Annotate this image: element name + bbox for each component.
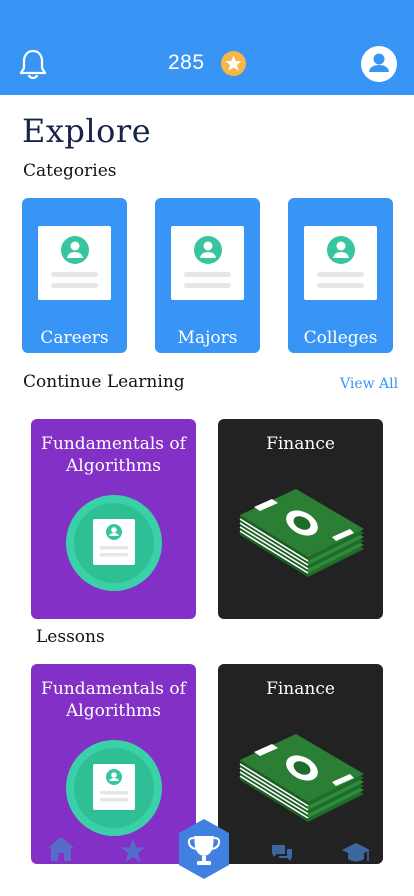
continue-learning-heading: Continue Learning	[23, 372, 185, 392]
course-title: Fundamentals of Algorithms	[41, 434, 186, 476]
bell-icon[interactable]	[18, 48, 48, 80]
points-count: 285	[168, 51, 205, 74]
view-all-link[interactable]: View All	[340, 376, 398, 392]
category-label: Colleges	[303, 328, 378, 348]
money-stack-icon	[239, 489, 364, 577]
category-card-colleges[interactable]: Colleges	[288, 198, 393, 353]
chat-icon[interactable]	[270, 843, 294, 865]
category-label: Careers	[40, 328, 109, 348]
top-bar: 285	[0, 0, 414, 95]
course-card-finance[interactable]: Finance	[218, 419, 383, 619]
lessons-heading: Lessons	[36, 627, 105, 647]
category-card-majors[interactable]: Majors	[155, 198, 260, 353]
page-title: Explore	[22, 112, 152, 150]
profile-document-icon	[38, 226, 111, 300]
home-icon[interactable]	[46, 834, 76, 864]
category-card-careers[interactable]: Careers	[22, 198, 127, 353]
trophy-icon[interactable]	[177, 818, 231, 880]
bottom-nav	[0, 815, 414, 896]
star-coin-icon	[221, 51, 246, 76]
category-label: Majors	[177, 328, 238, 348]
user-avatar-icon[interactable]	[359, 46, 399, 82]
categories-heading: Categories	[23, 161, 117, 181]
star-icon[interactable]	[120, 838, 146, 864]
course-card-algorithms[interactable]: Fundamentals of Algorithms	[31, 419, 196, 619]
graduation-cap-icon[interactable]	[341, 840, 371, 866]
profile-document-icon	[304, 226, 377, 300]
profile-badge-icon	[66, 495, 162, 591]
course-title: Fundamentals of Algorithms	[41, 679, 186, 721]
course-title: Finance	[266, 434, 335, 454]
profile-document-icon	[171, 226, 244, 300]
course-title: Finance	[266, 679, 335, 699]
